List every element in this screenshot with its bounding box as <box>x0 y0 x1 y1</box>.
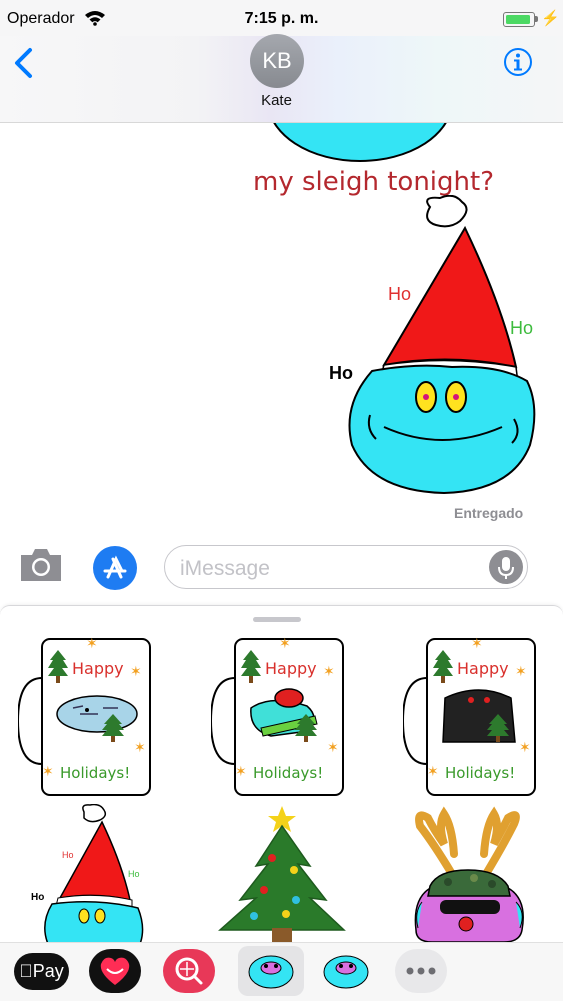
info-icon[interactable] <box>503 47 533 77</box>
mug-happy-label: Happy <box>265 659 317 678</box>
battery-icon <box>503 12 535 27</box>
digital-touch-app-icon[interactable] <box>89 949 141 993</box>
blob-sticker-app-icon[interactable] <box>245 950 297 992</box>
microphone-icon[interactable] <box>489 550 523 584</box>
svg-text:✶: ✶ <box>323 663 335 679</box>
contact-avatar[interactable]: KB <box>250 34 304 88</box>
reindeer-soldier-sticker[interactable] <box>404 804 534 942</box>
previous-sticker-partial <box>273 123 447 162</box>
mug-happy-label: Happy <box>457 659 509 678</box>
ho-word-left: Ho <box>329 363 353 383</box>
svg-text:✶: ✶ <box>134 739 146 755</box>
mug-happy-label: Happy <box>72 659 124 678</box>
camera-icon[interactable] <box>18 545 64 585</box>
svg-text:✶: ✶ <box>130 663 142 679</box>
svg-text:✶: ✶ <box>235 763 247 779</box>
apple-pay-label: Pay <box>25 961 64 981</box>
mug-sticker-jacket[interactable]: Happy ✶ ✶ Holidays! ✶ ✶ <box>403 636 541 801</box>
mug-holidays-label: Holidays! <box>60 764 130 782</box>
message-input-placeholder: iMessage <box>180 557 270 580</box>
mini-ho-top: Ho <box>62 850 74 860</box>
drawer-grabber[interactable] <box>253 617 301 622</box>
svg-text:✶: ✶ <box>327 739 339 755</box>
charging-icon: ⚡ <box>541 10 560 27</box>
mug-sticker-fish[interactable]: Happy ✶ ✶ Holidays! ✶ ✶ <box>18 636 156 801</box>
battery-tip <box>535 16 538 22</box>
svg-text:✶: ✶ <box>471 636 483 651</box>
ho-word-right: Ho <box>510 318 533 338</box>
svg-text:✶: ✶ <box>427 763 439 779</box>
mini-ho-right: Ho <box>128 869 140 879</box>
mug-holidays-label: Holidays! <box>445 764 515 782</box>
svg-text:✶: ✶ <box>86 636 98 651</box>
app-store-icon[interactable] <box>92 545 138 591</box>
svg-text:✶: ✶ <box>519 739 531 755</box>
contact-name[interactable]: Kate <box>0 92 553 109</box>
delivery-status: Entregado <box>454 505 524 521</box>
images-search-app-icon[interactable] <box>163 949 215 993</box>
svg-text:✶: ✶ <box>279 636 291 651</box>
svg-text:✶: ✶ <box>42 763 54 779</box>
more-apps-icon[interactable] <box>395 949 447 993</box>
message-caption: my sleigh tonight? <box>253 167 494 197</box>
clock: 7:15 p. m. <box>244 10 319 27</box>
apple-logo-icon:  <box>19 961 33 981</box>
mini-ho-left: Ho <box>31 892 44 903</box>
back-chevron-icon[interactable] <box>10 44 40 82</box>
mug-holidays-label: Holidays! <box>253 764 323 782</box>
svg-text:✶: ✶ <box>515 663 527 679</box>
santa-blob-sticker[interactable]: Ho Ho Ho <box>322 195 552 505</box>
santa-blob-mini-sticker[interactable]: Ho Ho Ho <box>28 804 152 942</box>
blob-sticker-pack-2-icon[interactable] <box>320 950 372 992</box>
mug-sticker-bug[interactable]: Happy ✶ ✶ Holidays! ✶ ✶ <box>211 636 349 801</box>
christmas-tree-sticker[interactable] <box>216 804 348 942</box>
ho-word-top: Ho <box>388 284 411 304</box>
apple-pay-app-icon[interactable]: Pay <box>14 953 69 990</box>
